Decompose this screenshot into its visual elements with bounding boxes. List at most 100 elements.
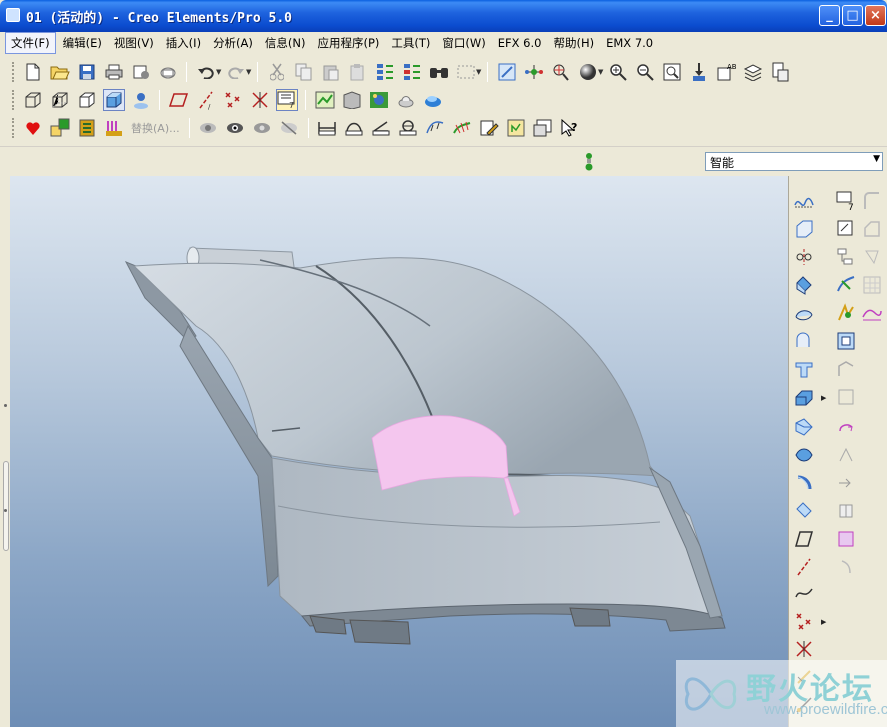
saved-views-icon[interactable]: AB (715, 61, 737, 83)
surface-curve-icon[interactable] (861, 302, 883, 324)
offset-icon[interactable] (835, 416, 857, 438)
parameters-icon[interactable] (103, 117, 125, 139)
enhanced-realism-icon[interactable] (130, 89, 152, 111)
no-hidden-icon[interactable] (76, 89, 98, 111)
datum-point-tool-icon[interactable] (793, 610, 815, 632)
notes-icon[interactable] (532, 117, 554, 139)
angle-icon[interactable] (370, 117, 392, 139)
relations-icon[interactable] (76, 117, 98, 139)
annotations-icon[interactable]: 7 (275, 89, 298, 111)
sketch-icon[interactable] (793, 190, 815, 212)
menu-tools[interactable]: 工具(T) (386, 33, 435, 53)
open-icon[interactable] (49, 61, 71, 83)
surface-analysis-icon[interactable] (451, 117, 473, 139)
eye-icon[interactable] (251, 117, 273, 139)
menu-window[interactable]: 窗口(W) (437, 33, 490, 53)
model-viewport[interactable] (10, 176, 788, 727)
menu-info[interactable]: 信息(N) (260, 33, 311, 53)
repaint-icon[interactable] (496, 61, 518, 83)
cut-icon[interactable] (266, 61, 288, 83)
datum-axes-icon[interactable]: / (195, 89, 217, 111)
model-tree-icon[interactable] (314, 89, 336, 111)
unhide-icon[interactable] (278, 117, 300, 139)
extend-icon-disabled[interactable] (835, 472, 857, 494)
send-icon[interactable] (130, 61, 152, 83)
revolve-icon[interactable] (793, 302, 815, 324)
undo-dropdown-icon[interactable]: ▼ (216, 68, 222, 76)
view-manager-icon[interactable] (769, 61, 791, 83)
extrude-icon[interactable] (793, 274, 815, 296)
redo-dropdown-icon[interactable]: ▼ (246, 68, 252, 76)
edit-icon[interactable] (478, 117, 500, 139)
menu-applications[interactable]: 应用程序(P) (312, 33, 384, 53)
spin-center-icon[interactable] (523, 61, 545, 83)
datum-point-flyout-icon[interactable]: ▶ (821, 618, 826, 626)
swept-blend-icon[interactable] (793, 444, 815, 466)
distance-icon[interactable] (316, 117, 338, 139)
variable-section-sweep-icon[interactable] (793, 416, 815, 438)
note-icon[interactable]: 7 (835, 190, 857, 212)
length-icon[interactable] (343, 117, 365, 139)
merge-icon-disabled[interactable] (835, 444, 857, 466)
maximize-button[interactable]: □ (842, 5, 863, 26)
orient-mode-icon[interactable] (550, 61, 572, 83)
axis-icon[interactable] (793, 246, 815, 268)
replace-button[interactable]: 替换(A)... (131, 120, 180, 136)
datum-planes-icon[interactable] (168, 89, 190, 111)
menu-edit[interactable]: 编辑(E) (58, 33, 107, 53)
tree-icon[interactable] (835, 246, 857, 268)
sweep-icon[interactable] (793, 358, 815, 380)
helical-sweep-icon[interactable] (793, 472, 815, 494)
zoom-out-icon[interactable] (634, 61, 656, 83)
graphics-window[interactable] (10, 176, 788, 727)
room-icon[interactable] (422, 89, 444, 111)
toolbar-grip[interactable] (12, 90, 15, 110)
menu-efx[interactable]: EFX 6.0 (493, 34, 547, 52)
layers-icon[interactable] (742, 61, 764, 83)
close-button[interactable]: × (865, 5, 886, 26)
menu-help[interactable]: 帮助(H) (548, 33, 599, 53)
datum-axis-tool-icon[interactable] (793, 556, 815, 578)
solidify-icon[interactable] (835, 528, 857, 550)
regen-manager-icon[interactable] (401, 61, 423, 83)
select-box-icon[interactable] (455, 61, 477, 83)
minimize-button[interactable]: _ (819, 5, 840, 26)
lights-icon[interactable] (395, 89, 417, 111)
show-icon[interactable] (224, 117, 246, 139)
save-icon[interactable] (76, 61, 98, 83)
blend-flyout-icon[interactable]: ▶ (821, 394, 826, 402)
render-icon[interactable] (341, 89, 363, 111)
family-table-icon[interactable] (49, 117, 71, 139)
style-icon[interactable] (835, 274, 857, 296)
datum-points-icon[interactable] (222, 89, 244, 111)
app-icon[interactable] (6, 8, 20, 22)
draft-icon-disabled[interactable] (861, 246, 883, 268)
sash-handle[interactable] (3, 461, 9, 551)
paste-icon[interactable] (320, 61, 342, 83)
hole-icon-disabled[interactable] (835, 386, 857, 408)
copy-icon[interactable] (293, 61, 315, 83)
coordinate-systems-icon[interactable] (249, 89, 271, 111)
whats-this-icon[interactable]: ? (559, 117, 581, 139)
shell-icon[interactable] (835, 330, 857, 352)
menu-emx[interactable]: EMX 7.0 (601, 34, 658, 52)
round-icon[interactable] (793, 500, 815, 522)
appearance-dropdown-icon[interactable]: ▼ (598, 68, 604, 76)
menu-insert[interactable]: 插入(I) (161, 33, 206, 53)
menu-file[interactable]: 文件(F) (5, 32, 56, 54)
paste-special-icon[interactable] (347, 61, 369, 83)
chevron-down-icon[interactable]: ▼ (873, 154, 880, 164)
wireframe-icon[interactable] (22, 89, 44, 111)
hidden-line-icon[interactable] (49, 89, 71, 111)
sketch-tool-icon[interactable] (835, 218, 857, 240)
undo-icon[interactable] (195, 61, 217, 83)
table-icon[interactable] (505, 117, 527, 139)
thicken-icon-disabled[interactable] (835, 556, 857, 578)
select-dropdown-icon[interactable]: ▼ (476, 68, 482, 76)
area-icon[interactable] (397, 117, 419, 139)
blend-icon[interactable] (793, 386, 815, 408)
plane-icon[interactable] (793, 218, 815, 240)
left-sash[interactable] (0, 176, 10, 727)
reorient-icon[interactable] (688, 61, 710, 83)
toolbar-grip[interactable] (12, 118, 15, 138)
